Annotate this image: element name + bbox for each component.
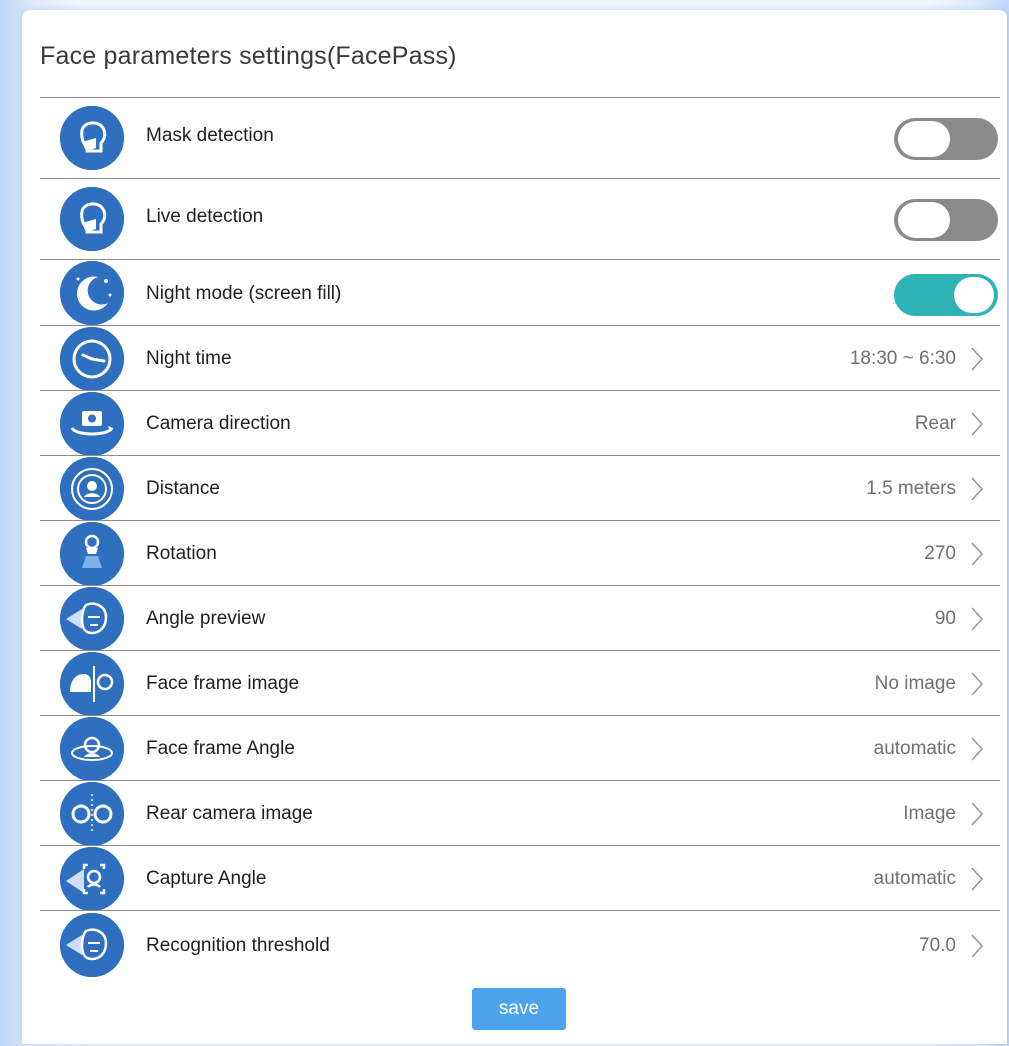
face-target-icon <box>60 457 124 521</box>
settings-list: Mask detection Live detection Night mode… <box>40 97 1000 980</box>
row-value: No image <box>874 673 956 694</box>
settings-panel: Face parameters settings(FacePass) Mask … <box>22 10 1007 1044</box>
chevron-right-icon <box>971 607 984 631</box>
row-label: Rear camera image <box>146 803 313 824</box>
row-label: Camera direction <box>146 413 291 434</box>
page-title: Face parameters settings(FacePass) <box>40 42 457 70</box>
row-angle-preview[interactable]: Angle preview 90 <box>40 585 1000 651</box>
chevron-right-icon <box>971 477 984 501</box>
moon-icon <box>60 261 124 325</box>
clock-icon <box>60 327 124 391</box>
row-camera-direction[interactable]: Camera direction Rear <box>40 390 1000 456</box>
toggle-knob <box>898 202 950 238</box>
row-mask-detection[interactable]: Mask detection <box>40 97 1000 178</box>
row-value: automatic <box>873 868 956 889</box>
capture-face-icon <box>60 847 124 911</box>
chevron-right-icon <box>971 867 984 891</box>
row-value: 90 <box>934 608 956 629</box>
chevron-right-icon <box>971 542 984 566</box>
row-face-frame-angle[interactable]: Face frame Angle automatic <box>40 715 1000 781</box>
toggle-knob <box>954 277 994 313</box>
row-label: Face frame Angle <box>146 738 295 759</box>
row-value: 70.0 <box>919 935 956 956</box>
row-label: Distance <box>146 478 220 499</box>
row-value: 270 <box>924 543 956 564</box>
row-live-detection[interactable]: Live detection <box>40 178 1000 259</box>
night-mode-toggle[interactable] <box>894 274 998 316</box>
chevron-right-icon <box>971 737 984 761</box>
save-button[interactable]: save <box>472 988 566 1030</box>
row-label: Night mode (screen fill) <box>146 283 342 304</box>
row-value: automatic <box>873 738 956 759</box>
rotation-icon <box>60 522 124 586</box>
dual-camera-icon <box>60 782 124 846</box>
row-label: Night time <box>146 348 232 369</box>
row-rear-camera-image[interactable]: Rear camera image Image <box>40 780 1000 846</box>
mask-face-icon <box>60 187 124 251</box>
row-face-frame-image[interactable]: Face frame image No image <box>40 650 1000 716</box>
row-label: Live detection <box>146 206 264 227</box>
row-value: 1.5 meters <box>866 478 956 499</box>
chevron-right-icon <box>971 802 984 826</box>
row-night-mode[interactable]: Night mode (screen fill) <box>40 259 1000 325</box>
row-label: Capture Angle <box>146 868 267 889</box>
chevron-right-icon <box>971 412 984 436</box>
window-background: Face parameters settings(FacePass) Mask … <box>0 0 1009 1046</box>
row-label: Face frame image <box>146 673 300 694</box>
face-frame-icon <box>60 652 124 716</box>
face-angle-icon <box>60 587 124 651</box>
row-rotation[interactable]: Rotation 270 <box>40 520 1000 586</box>
chevron-right-icon <box>971 934 984 958</box>
mask-face-icon <box>60 106 124 170</box>
row-night-time[interactable]: Night time 18:30 ~ 6:30 <box>40 325 1000 391</box>
row-label: Recognition threshold <box>146 935 330 956</box>
chevron-right-icon <box>971 347 984 371</box>
row-distance[interactable]: Distance 1.5 meters <box>40 455 1000 521</box>
chevron-right-icon <box>971 672 984 696</box>
row-recognition-threshold[interactable]: Recognition threshold 70.0 <box>40 910 1000 980</box>
toggle-knob <box>898 121 950 157</box>
mask-detection-toggle[interactable] <box>894 118 998 160</box>
row-capture-angle[interactable]: Capture Angle automatic <box>40 845 1000 911</box>
row-label: Rotation <box>146 543 217 564</box>
camera-rotate-icon <box>60 392 124 456</box>
face-angle-icon <box>60 913 124 977</box>
row-value: Rear <box>914 413 956 434</box>
row-label: Mask detection <box>146 125 274 146</box>
live-detection-toggle[interactable] <box>894 199 998 241</box>
face-orbit-icon <box>60 717 124 781</box>
row-value: Image <box>903 803 956 824</box>
row-label: Angle preview <box>146 608 266 629</box>
row-value: 18:30 ~ 6:30 <box>849 348 956 369</box>
